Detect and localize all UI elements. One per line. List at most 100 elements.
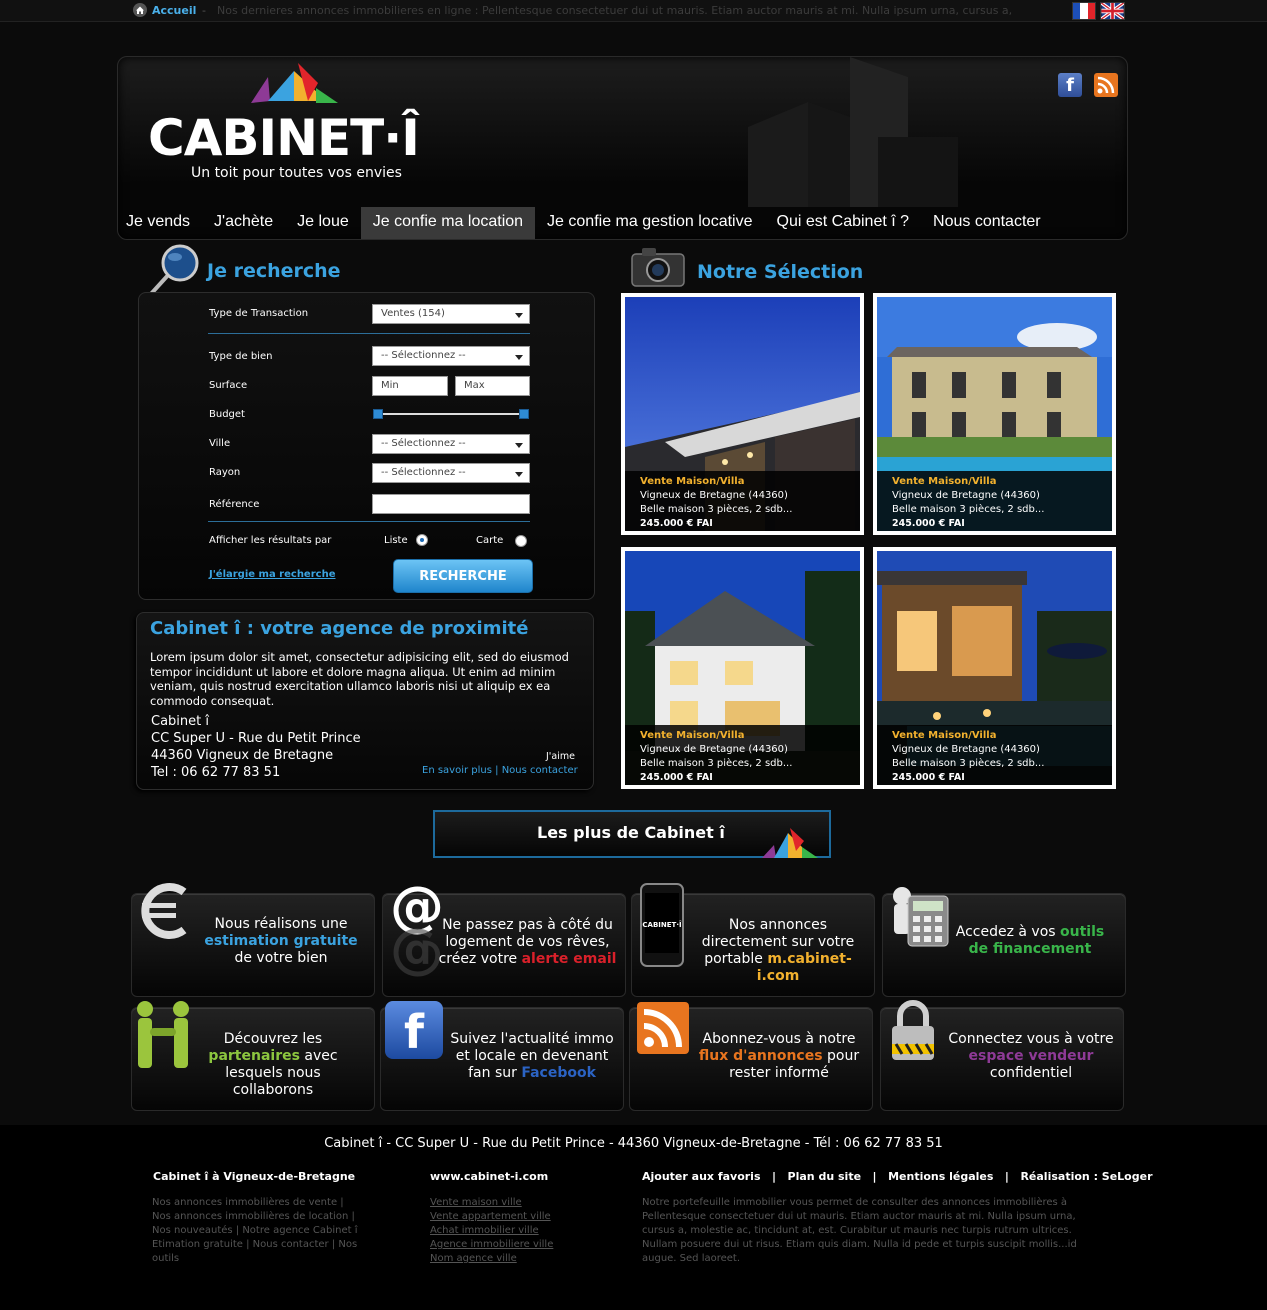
rayon-select[interactable]: -- Sélectionnez --	[372, 463, 530, 483]
english-flag-icon[interactable]	[1100, 2, 1125, 20]
footer-link[interactable]: Achat immobilier ville	[430, 1225, 539, 1236]
surface-max-input[interactable]: Max	[455, 376, 530, 396]
nav-j-achete[interactable]: J'achète	[202, 207, 285, 239]
footer-col1-links[interactable]: Nos annonces immobilières de vente | Nos…	[152, 1196, 362, 1266]
property-description: Belle maison 3 pièces, 2 sdb...	[892, 758, 1045, 769]
divider	[208, 521, 530, 522]
sitemap-link[interactable]: Plan du site	[788, 1170, 862, 1183]
ville-value: -- Sélectionnez --	[381, 438, 466, 449]
property-city: Vigneux de Bretagne (44360)	[892, 744, 1040, 755]
rayon-label: Rayon	[209, 467, 241, 478]
calculator-icon	[893, 887, 949, 947]
legal-link[interactable]: Mentions légales	[888, 1170, 993, 1183]
surface-label: Surface	[209, 380, 248, 391]
agency-description: Lorem ipsum dolor sit amet, consectetur …	[150, 650, 569, 708]
chevron-down-icon	[515, 443, 523, 448]
more-info-link[interactable]: En savoir plus	[422, 765, 492, 776]
property-type: Vente Maison/Villa	[640, 476, 745, 487]
ville-label: Ville	[209, 438, 231, 449]
main-nav: Je vends J'achète Je loue Je confie ma l…	[118, 207, 1127, 239]
nav-qui-est-cabinet[interactable]: Qui est Cabinet î ?	[765, 207, 922, 239]
plus-title: Les plus de Cabinet î	[537, 823, 725, 842]
property-price: 245.000 € FAI	[640, 518, 713, 529]
selection-title: Notre Sélection	[697, 261, 864, 283]
rss-icon[interactable]	[1094, 73, 1118, 97]
property-type: Vente Maison/Villa	[892, 476, 997, 487]
nav-je-loue[interactable]: Je loue	[285, 207, 361, 239]
property-card[interactable]: Vente Maison/Villa Vigneux de Bretagne (…	[621, 547, 864, 789]
chevron-down-icon	[515, 313, 523, 318]
tile-financement-text: Accedez à vos outils de financement	[955, 924, 1105, 957]
bien-select[interactable]: -- Sélectionnez --	[372, 346, 530, 366]
agency-title: Cabinet î : votre agence de proximité	[150, 618, 529, 639]
property-card[interactable]: Vente Maison/Villa Vigneux de Bretagne (…	[873, 547, 1116, 789]
reference-input[interactable]	[372, 494, 530, 514]
magnifier-icon	[148, 244, 199, 297]
footer-link[interactable]: Nom agence ville	[430, 1253, 517, 1264]
display-label: Afficher les résultats par	[209, 535, 332, 546]
option-carte-radio[interactable]	[515, 535, 527, 547]
property-city: Vigneux de Bretagne (44360)	[892, 490, 1040, 501]
widen-search-link[interactable]: J'élargie ma recherche	[209, 569, 335, 580]
phone-icon: CABINET·Î	[640, 883, 684, 967]
facebook-icon[interactable]: f	[1058, 73, 1082, 97]
footer-link-separator: |	[1004, 1170, 1009, 1183]
tile-partenaires-text: Découvrez les partenaires avec lesquels …	[208, 1031, 338, 1098]
agency-address-line1: CC Super U - Rue du Petit Prince	[151, 731, 361, 746]
tile-alerte-text: Ne passez pas à côté du logement de vos …	[438, 917, 617, 967]
footer-col3-text: Notre portefeuille immobilier vous perme…	[642, 1197, 1077, 1264]
breadcrumb-separator: -	[202, 4, 206, 17]
news-ticker: Nos dernieres annonces immobilieres en l…	[217, 4, 1013, 17]
budget-min-handle[interactable]	[373, 409, 383, 419]
footer-link[interactable]: Vente appartement ville	[430, 1211, 551, 1222]
budget-slider[interactable]	[378, 413, 525, 415]
footer-link-separator: |	[872, 1170, 877, 1183]
property-price: 245.000 € FAI	[892, 518, 965, 529]
chevron-down-icon	[515, 355, 523, 360]
favorites-link[interactable]: Ajouter aux favoris	[642, 1170, 761, 1183]
ville-select[interactable]: -- Sélectionnez --	[372, 434, 530, 454]
property-description: Belle maison 3 pièces, 2 sdb...	[892, 504, 1045, 515]
svg-text:CABINET·Î: CABINET·Î	[642, 920, 682, 929]
search-button[interactable]: RECHERCHE	[393, 559, 533, 593]
reference-label: Référence	[209, 499, 260, 510]
contact-link[interactable]: Nous contacter	[502, 765, 578, 776]
tile-estimation-text: Nous réalisons une estimation gratuite d…	[204, 916, 358, 966]
agency-name: Cabinet î	[151, 714, 209, 729]
option-liste-radio[interactable]	[416, 534, 428, 546]
rss-icon	[637, 1002, 689, 1054]
property-caption: Vente Maison/Villa Vigneux de Bretagne (…	[877, 471, 1112, 531]
property-card[interactable]: Vente Maison/Villa Vigneux de Bretagne (…	[873, 293, 1116, 535]
search-title: Je recherche	[207, 260, 341, 282]
like-button[interactable]: J'aime	[546, 751, 575, 762]
agency-links: En savoir plus | Nous contacter	[422, 765, 578, 776]
nav-gestion-locative[interactable]: Je confie ma gestion locative	[535, 207, 764, 239]
budget-max-handle[interactable]	[519, 409, 529, 419]
transaction-select[interactable]: Ventes (154)	[372, 304, 530, 324]
building-graphic	[748, 57, 958, 207]
property-card[interactable]: Vente Maison/Villa Vigneux de Bretagne (…	[621, 293, 864, 535]
agency-phone: Tel : 06 62 77 83 51	[151, 765, 281, 780]
property-price: 245.000 € FAI	[892, 772, 965, 783]
facebook-icon: f	[385, 1001, 443, 1059]
tile-mobile-text: Nos annonces directement sur votre porta…	[701, 917, 855, 984]
home-link[interactable]: Accueil	[152, 4, 196, 17]
property-description: Belle maison 3 pièces, 2 sdb...	[640, 758, 793, 769]
nav-je-confie-ma-location[interactable]: Je confie ma location	[360, 207, 536, 239]
chevron-down-icon	[515, 472, 523, 477]
lock-icon	[892, 1000, 934, 1060]
credits-link[interactable]: Réalisation : SeLoger	[1020, 1170, 1152, 1183]
footer-link[interactable]: Agence immobiliere ville	[430, 1239, 553, 1250]
nav-nous-contacter[interactable]: Nous contacter	[921, 207, 1053, 239]
camera-icon	[631, 248, 685, 287]
home-icon[interactable]	[133, 3, 147, 17]
surface-min-input[interactable]: Min	[372, 376, 448, 396]
property-city: Vigneux de Bretagne (44360)	[640, 744, 788, 755]
logo-roof-icon	[762, 828, 818, 858]
footer-col2-title: www.cabinet-i.com	[430, 1170, 549, 1183]
french-flag-icon[interactable]	[1072, 2, 1096, 20]
property-caption: Vente Maison/Villa Vigneux de Bretagne (…	[625, 471, 860, 531]
logo[interactable]: CABINET·Î	[148, 109, 420, 167]
footer-link[interactable]: Vente maison ville	[430, 1197, 522, 1208]
nav-je-vends[interactable]: Je vends	[118, 207, 202, 239]
